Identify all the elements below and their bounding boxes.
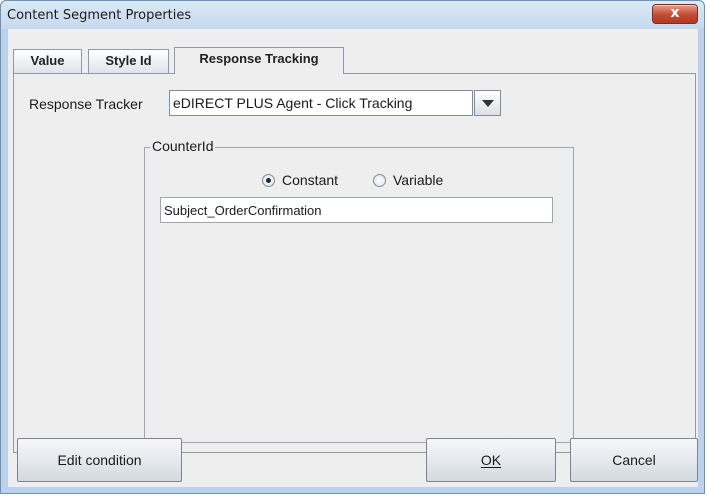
- tab-response-tracking-label: Response Tracking: [199, 51, 319, 66]
- window-title: Content Segment Properties: [7, 8, 192, 23]
- close-icon: x: [670, 5, 680, 21]
- edit-condition-button[interactable]: Edit condition: [17, 438, 182, 482]
- edit-condition-label: Edit condition: [57, 452, 142, 468]
- ok-button[interactable]: OK: [426, 438, 556, 482]
- variable-radio[interactable]: [373, 174, 386, 187]
- cancel-button[interactable]: Cancel: [570, 438, 698, 482]
- cancel-label: Cancel: [612, 452, 656, 468]
- constant-radio[interactable]: [262, 174, 275, 187]
- tab-style-id-label: Style Id: [105, 53, 152, 68]
- tab-value[interactable]: Value: [13, 49, 82, 73]
- tab-value-label: Value: [30, 53, 65, 68]
- counterid-input-value: Subject_OrderConfirmation: [164, 203, 322, 218]
- response-tracker-value: eDIRECT PLUS Agent - Click Tracking: [173, 95, 413, 111]
- tab-response-tracking[interactable]: Response Tracking: [174, 47, 344, 74]
- ok-label: OK: [480, 452, 502, 468]
- counterid-group-title: CounterId: [150, 138, 216, 154]
- counterid-group: [144, 147, 574, 443]
- constant-radio-label[interactable]: Constant: [282, 172, 338, 188]
- dialog-content: Value Style Id Response Tracking Respons…: [8, 29, 698, 487]
- counterid-input[interactable]: Subject_OrderConfirmation: [160, 197, 553, 223]
- variable-radio-label[interactable]: Variable: [393, 172, 443, 188]
- title-bar[interactable]: Content Segment Properties x: [1, 1, 704, 29]
- response-tracker-dropdown-button[interactable]: [474, 90, 501, 116]
- chevron-down-icon: [482, 100, 494, 107]
- tab-style-id[interactable]: Style Id: [88, 49, 169, 73]
- response-tracker-label: Response Tracker: [29, 96, 143, 112]
- close-button[interactable]: x: [652, 4, 698, 24]
- response-tracker-select[interactable]: eDIRECT PLUS Agent - Click Tracking: [169, 90, 473, 116]
- radio-selected-icon: [266, 178, 271, 183]
- dialog-window: Content Segment Properties x Value Style…: [0, 0, 705, 494]
